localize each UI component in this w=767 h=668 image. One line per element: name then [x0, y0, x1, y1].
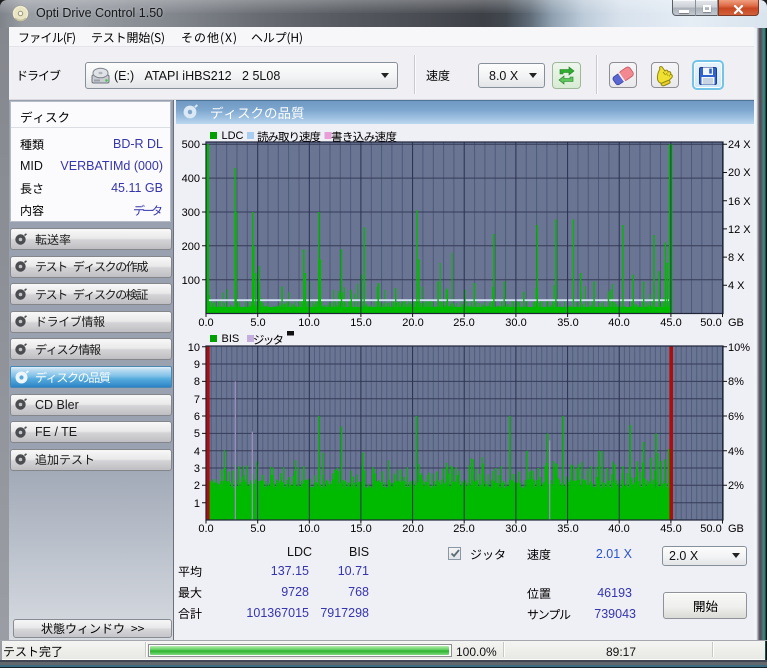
svg-text:45.0: 45.0 [660, 523, 681, 535]
svg-text:10%: 10% [728, 342, 750, 354]
svg-text:15.0: 15.0 [350, 317, 371, 329]
svg-text:1: 1 [194, 498, 200, 510]
svg-text:LDC: LDC [222, 130, 244, 142]
svg-text:45.0: 45.0 [660, 317, 681, 329]
svg-text:8: 8 [194, 376, 200, 388]
svg-text:10: 10 [188, 342, 200, 354]
svg-text:5.0: 5.0 [250, 523, 265, 535]
svg-text:0.0: 0.0 [198, 523, 213, 535]
svg-text:15.0: 15.0 [350, 523, 371, 535]
svg-text:400: 400 [182, 173, 200, 185]
svg-text:30.0: 30.0 [505, 523, 526, 535]
svg-text:35.0: 35.0 [557, 523, 578, 535]
svg-text:25.0: 25.0 [453, 523, 474, 535]
svg-text:GB: GB [728, 317, 744, 329]
svg-text:500: 500 [182, 139, 200, 151]
svg-text:GB: GB [728, 523, 744, 535]
svg-text:50.0: 50.0 [700, 317, 721, 329]
svg-text:5.0: 5.0 [250, 317, 265, 329]
svg-text:5: 5 [194, 428, 200, 440]
svg-text:4%: 4% [728, 446, 744, 458]
svg-text:0.0: 0.0 [198, 317, 213, 329]
svg-text:8%: 8% [728, 376, 744, 388]
svg-text:2: 2 [194, 480, 200, 492]
svg-text:7: 7 [194, 394, 200, 406]
svg-text:6%: 6% [728, 411, 744, 423]
svg-text:9: 9 [194, 359, 200, 371]
svg-text:40.0: 40.0 [608, 317, 629, 329]
svg-text:10.0: 10.0 [298, 317, 319, 329]
svg-text:10.0: 10.0 [298, 523, 319, 535]
svg-text:4 X: 4 X [728, 280, 745, 292]
svg-text:200: 200 [182, 241, 200, 253]
svg-text:16 X: 16 X [728, 196, 751, 208]
svg-text:2%: 2% [728, 480, 744, 492]
svg-text:12 X: 12 X [728, 224, 751, 236]
svg-text:50.0: 50.0 [700, 523, 721, 535]
svg-text:4: 4 [194, 446, 200, 458]
svg-text:24 X: 24 X [728, 139, 751, 151]
svg-text:20.0: 20.0 [402, 523, 423, 535]
svg-text:6: 6 [194, 411, 200, 423]
svg-text:20 X: 20 X [728, 167, 751, 179]
svg-text:300: 300 [182, 207, 200, 219]
svg-text:8 X: 8 X [728, 252, 745, 264]
svg-text:3: 3 [194, 463, 200, 475]
svg-text:BIS: BIS [222, 333, 240, 345]
svg-text:40.0: 40.0 [608, 523, 629, 535]
svg-text:25.0: 25.0 [453, 317, 474, 329]
svg-text:30.0: 30.0 [505, 317, 526, 329]
svg-text:35.0: 35.0 [557, 317, 578, 329]
svg-text:20.0: 20.0 [402, 317, 423, 329]
svg-text:100: 100 [182, 275, 200, 287]
